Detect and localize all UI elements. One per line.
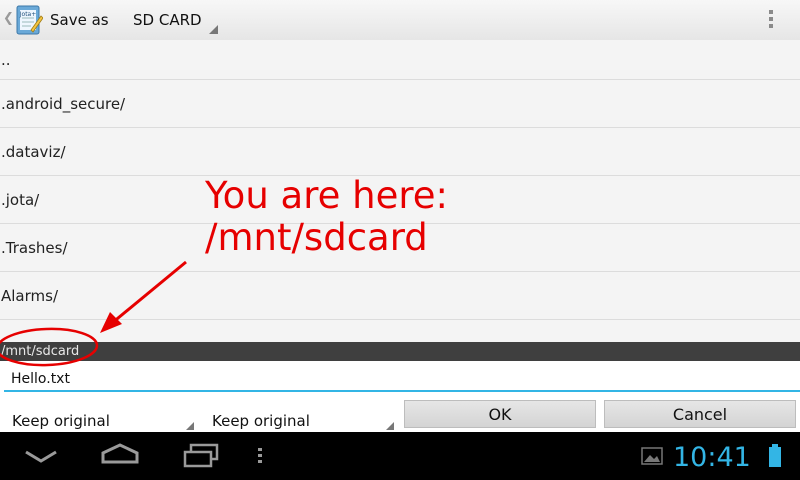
dropdown-triangle-icon bbox=[186, 422, 194, 430]
encoding-spinner[interactable]: Keep original bbox=[0, 397, 198, 432]
list-item[interactable]: .. bbox=[0, 40, 800, 80]
save-controls: Keep original Keep original OK Cancel bbox=[0, 397, 800, 432]
battery-icon bbox=[769, 444, 781, 467]
app-icon-label: Jota+ bbox=[19, 11, 37, 18]
encoding-label: Keep original bbox=[12, 412, 110, 430]
linebreak-label: Keep original bbox=[212, 412, 310, 430]
cancel-button[interactable]: Cancel bbox=[604, 400, 796, 428]
annotation-line-1: You are here: bbox=[205, 174, 448, 217]
file-name: .. bbox=[1, 50, 11, 69]
dropdown-triangle-icon bbox=[209, 25, 218, 34]
linebreak-spinner[interactable]: Keep original bbox=[200, 397, 398, 432]
clock: 10:41 bbox=[673, 442, 751, 473]
image-notification-icon[interactable] bbox=[641, 447, 663, 465]
back-icon[interactable] bbox=[24, 450, 58, 464]
home-icon[interactable] bbox=[100, 443, 140, 465]
annotation-text: You are here: /mnt/sdcard bbox=[205, 175, 448, 259]
dropdown-triangle-icon bbox=[386, 422, 394, 430]
back-chevron-icon[interactable]: ❮ bbox=[3, 11, 14, 26]
jota-notepad-icon[interactable]: Jota+ bbox=[15, 4, 44, 36]
file-name: .Trashes/ bbox=[1, 238, 68, 257]
file-name: .android_secure/ bbox=[1, 94, 126, 113]
menu-dots-icon[interactable] bbox=[257, 447, 263, 465]
storage-location-spinner[interactable]: SD CARD bbox=[122, 0, 222, 40]
ok-button[interactable]: OK bbox=[404, 400, 596, 428]
list-item[interactable]: .android_secure/ bbox=[0, 80, 800, 128]
list-item[interactable]: Alarms/ bbox=[0, 272, 800, 320]
overflow-menu-icon[interactable] bbox=[764, 8, 778, 32]
list-item[interactable]: .dataviz/ bbox=[0, 128, 800, 176]
file-name: .jota/ bbox=[1, 190, 40, 209]
file-name: Alarms/ bbox=[1, 286, 59, 305]
recents-icon[interactable] bbox=[182, 443, 220, 469]
current-path-bar: /mnt/sdcard bbox=[0, 342, 800, 361]
filename-row bbox=[0, 361, 800, 397]
annotation-line-2: /mnt/sdcard bbox=[205, 216, 428, 259]
storage-location-label: SD CARD bbox=[133, 11, 202, 29]
filename-input[interactable] bbox=[4, 368, 800, 392]
page-title: Save as bbox=[50, 11, 109, 29]
file-name: .dataviz/ bbox=[1, 142, 66, 161]
action-bar: ❮ Jota+ Save as SD CARD bbox=[0, 0, 800, 41]
